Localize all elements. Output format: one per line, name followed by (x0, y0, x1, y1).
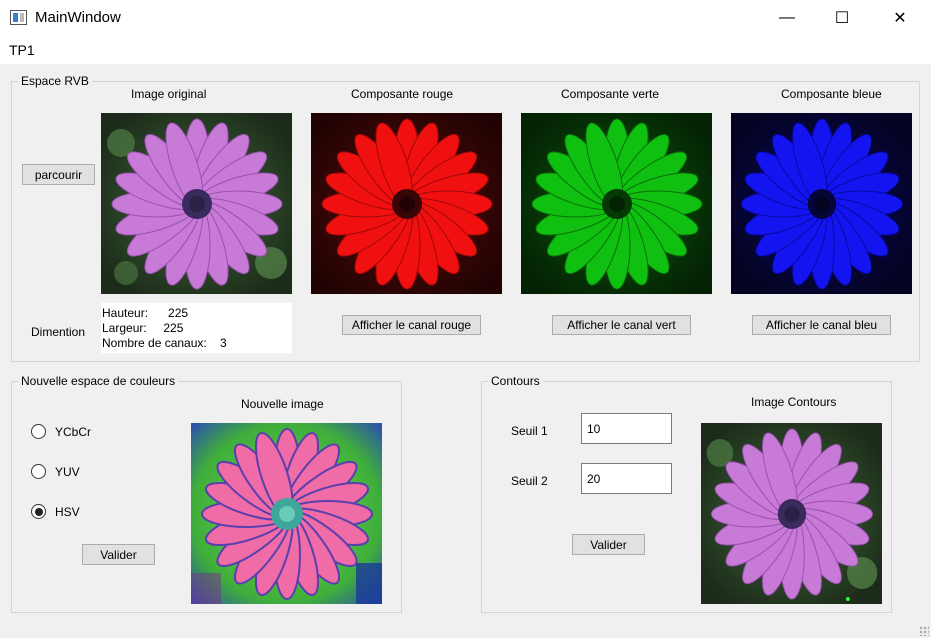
green-channel-image (521, 113, 712, 294)
new-color-space-image (191, 423, 382, 604)
radio-hsv-indicator[interactable] (31, 504, 46, 519)
blue-component-label: Composante bleue (781, 87, 882, 101)
color-space-group-title: Nouvelle espace de couleurs (18, 374, 179, 388)
minimize-button[interactable]: — (758, 0, 816, 36)
radio-ycbcr-indicator[interactable] (31, 424, 46, 439)
menu-bar: TP1 (0, 36, 931, 64)
radio-yuv-indicator[interactable] (31, 464, 46, 479)
close-button[interactable]: ✕ (871, 0, 929, 36)
channels-value: Nombre de canaux: 3 (102, 336, 227, 350)
original-image (101, 113, 292, 294)
contours-image (701, 423, 882, 604)
rvb-group-title: Espace RVB (18, 74, 92, 88)
contours-group-title: Contours (488, 374, 543, 388)
dimension-info-box: Hauteur: 225 Largeur: 225 Nombre de cana… (101, 303, 292, 353)
red-channel-image (311, 113, 502, 294)
radio-yuv-label: YUV (55, 464, 80, 479)
menu-item-tp1[interactable]: TP1 (9, 42, 35, 58)
new-image-label: Nouvelle image (241, 397, 324, 411)
threshold2-label: Seuil 2 (511, 474, 548, 488)
window-title: MainWindow (35, 9, 121, 26)
validate-contours-button[interactable]: Valider (572, 534, 645, 555)
threshold2-input[interactable] (581, 463, 672, 494)
resize-grip[interactable] (919, 626, 929, 636)
show-blue-channel-button[interactable]: Afficher le canal bleu (752, 315, 891, 335)
radio-ycbcr[interactable]: YCbCr (31, 424, 91, 439)
threshold1-label: Seuil 1 (511, 424, 548, 438)
radio-ycbcr-label: YCbCr (55, 424, 92, 439)
show-red-channel-button[interactable]: Afficher le canal rouge (342, 315, 481, 335)
contours-image-label: Image Contours (751, 395, 837, 409)
height-value: Hauteur: 225 (102, 306, 189, 320)
radio-yuv[interactable]: YUV (31, 464, 80, 479)
original-image-label: Image original (131, 87, 207, 101)
blue-channel-image (731, 113, 912, 294)
show-green-channel-button[interactable]: Afficher le canal vert (552, 315, 691, 335)
width-value: Largeur: 225 (102, 321, 184, 335)
title-bar: MainWindow — ☐ ✕ (0, 0, 931, 36)
red-component-label: Composante rouge (351, 87, 454, 101)
radio-hsv[interactable]: HSV (31, 504, 80, 519)
threshold1-input[interactable] (581, 413, 672, 444)
maximize-button[interactable]: ☐ (813, 0, 871, 36)
radio-hsv-label: HSV (55, 504, 80, 519)
green-component-label: Composante verte (561, 87, 660, 101)
validate-color-space-button[interactable]: Valider (82, 544, 155, 565)
app-icon (10, 10, 27, 25)
browse-button[interactable]: parcourir (22, 164, 95, 185)
dimension-label: Dimention (31, 325, 86, 339)
